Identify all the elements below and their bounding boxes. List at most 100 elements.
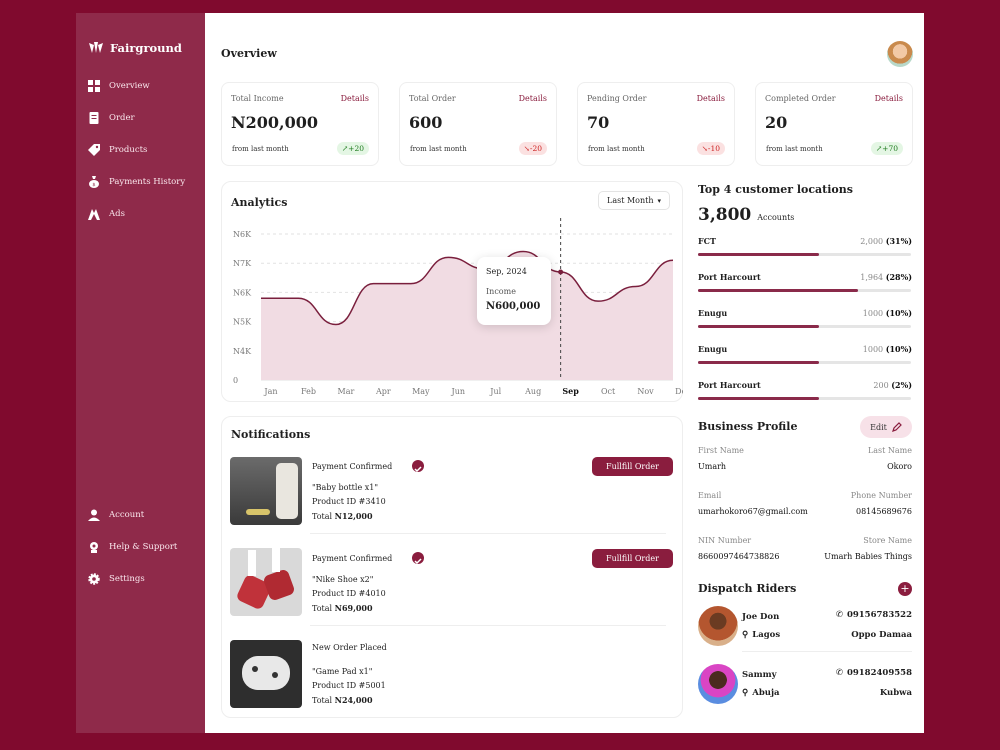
stat-value: N200,000 [231, 113, 318, 132]
analytics-chart: 0 N4K N5K N6K N7K N6K Jan Feb Mar Apr May Jun Jul Aug… [233, 218, 683, 396]
sidebar-item-label: Overview [109, 81, 150, 91]
x-tick-label: Jan [263, 387, 277, 396]
total-value: N24,000 [334, 695, 373, 705]
total-label: Total [312, 696, 333, 705]
product-image-baby-bottle [230, 457, 302, 525]
stat-subtext: from last month [410, 145, 467, 153]
x-tick-label: Dec [675, 387, 683, 396]
sidebar-item-label: Payments History [109, 177, 186, 187]
location-value: 200 (2%) [873, 380, 912, 390]
sidebar-item-label: Account [109, 510, 145, 520]
sidebar-item-products[interactable]: Products [88, 144, 147, 156]
period-filter-select[interactable]: Last Month ▾ [598, 191, 670, 210]
support-icon [90, 542, 98, 553]
location-percent: (31%) [885, 236, 912, 246]
brand-name: Fairground [110, 41, 182, 55]
rider-phone[interactable]: ✆ 09182409558 [836, 668, 912, 678]
location-progress-bar [698, 397, 911, 400]
location-progress-fill [698, 397, 820, 400]
svg-text:$: $ [92, 182, 95, 188]
details-link[interactable]: Details [875, 94, 903, 103]
stat-subtext: from last month [232, 145, 289, 153]
location-progress-fill [698, 361, 820, 364]
user-avatar[interactable] [887, 41, 913, 67]
location-pin-icon: ⚲ [742, 630, 749, 640]
location-percent: (2%) [891, 380, 912, 390]
stat-subtext: from last month [766, 145, 823, 153]
trend-badge: ↗+70 [870, 142, 903, 155]
page-title: Overview [221, 47, 277, 60]
sidebar-item-label: Products [109, 145, 148, 155]
fulfill-order-button[interactable]: Fullfill Order [592, 457, 673, 476]
ads-icon [88, 209, 100, 220]
sidebar-item-ads[interactable]: Ads [88, 208, 125, 220]
brand-logo[interactable]: Fairground [88, 41, 182, 55]
y-tick-label: N5K [233, 318, 252, 327]
add-rider-icon[interactable]: + [898, 582, 912, 596]
nin-value: 8660097464738826 [698, 552, 780, 561]
rider-city-label: Lagos [752, 630, 781, 640]
sidebar: Fairground Overview Order Products $ Pay… [76, 13, 205, 733]
locations-total: 3,800 Accounts [698, 205, 794, 225]
location-name: Port Harcourt [698, 272, 761, 282]
store-label: Store Name [863, 536, 912, 545]
trend-badge: ↘-20 [518, 142, 547, 155]
order-item: "Baby bottle x1" [312, 483, 378, 492]
y-tick-label: N6K [233, 230, 252, 239]
stat-label: Pending Order [587, 94, 647, 103]
product-image-nike-shoe [230, 548, 302, 616]
y-tick-label: N4K [233, 347, 252, 356]
stat-value: 600 [409, 113, 443, 132]
rider-phone-label: 09156783522 [846, 610, 912, 620]
sidebar-item-help-support[interactable]: Help & Support [88, 541, 177, 553]
location-progress-bar [698, 289, 911, 292]
notification-title: New Order Placed [312, 643, 387, 652]
period-filter-value: Last Month [607, 196, 654, 205]
details-link[interactable]: Details [519, 94, 547, 103]
details-link[interactable]: Details [341, 94, 369, 103]
trend-badge: ↘-10 [696, 142, 725, 155]
email-value: umarhokoro67@gmail.com [698, 507, 808, 516]
pencil-icon [891, 422, 902, 432]
sidebar-item-overview[interactable]: Overview [88, 80, 150, 92]
divider [310, 625, 666, 626]
last-name-label: Last Name [867, 446, 912, 455]
sidebar-item-account[interactable]: Account [88, 509, 144, 521]
stat-card-total-order: Total Order Details 600 from last month … [399, 82, 557, 166]
x-tick-label: Nov [637, 387, 654, 396]
fulfill-order-button[interactable]: Fullfill Order [592, 549, 673, 568]
product-id: Product ID #5001 [312, 681, 386, 690]
location-name: FCT [698, 236, 716, 246]
location-count: 200 [873, 381, 889, 390]
stat-card-pending-order: Pending Order Details 70 from last month… [577, 82, 735, 166]
rider-city: ⚲ Abuja [742, 688, 780, 698]
location-pin-icon: ⚲ [742, 688, 749, 698]
edit-profile-button[interactable]: Edit [860, 416, 912, 438]
app-window: Fairground Overview Order Products $ Pay… [76, 13, 924, 733]
location-count: 1000 [862, 345, 884, 354]
location-value: 1,964 (28%) [860, 272, 912, 282]
phone-icon: ✆ [835, 610, 843, 620]
details-link[interactable]: Details [697, 94, 725, 103]
order-total: Total N69,000 [312, 603, 373, 613]
rider-avatar [698, 664, 738, 704]
sidebar-item-order[interactable]: Order [88, 112, 135, 124]
area-fill [261, 251, 673, 380]
stat-card-completed-order: Completed Order Details 20 from last mon… [755, 82, 913, 166]
sidebar-item-payments-history[interactable]: $ Payments History [88, 176, 185, 188]
notification-title: Payment Confirmed [312, 462, 393, 471]
rider-phone[interactable]: ✆ 09156783522 [836, 610, 912, 620]
sidebar-item-settings[interactable]: Settings [88, 573, 145, 585]
stat-subtext: from last month [588, 145, 645, 153]
x-tick-label: Oct [601, 387, 616, 396]
trend-badge: ↗+20 [336, 142, 369, 155]
location-name: Enugu [698, 344, 728, 354]
money-bag-icon: $ [89, 176, 99, 188]
order-total: Total N12,000 [312, 511, 373, 521]
order-item: "Nike Shoe x2" [312, 575, 374, 584]
sidebar-item-label: Ads [109, 209, 125, 219]
rider-area: Oppo Damaa [851, 630, 912, 640]
stat-value: 70 [587, 113, 610, 132]
location-name: Enugu [698, 308, 728, 318]
user-icon [88, 509, 100, 521]
